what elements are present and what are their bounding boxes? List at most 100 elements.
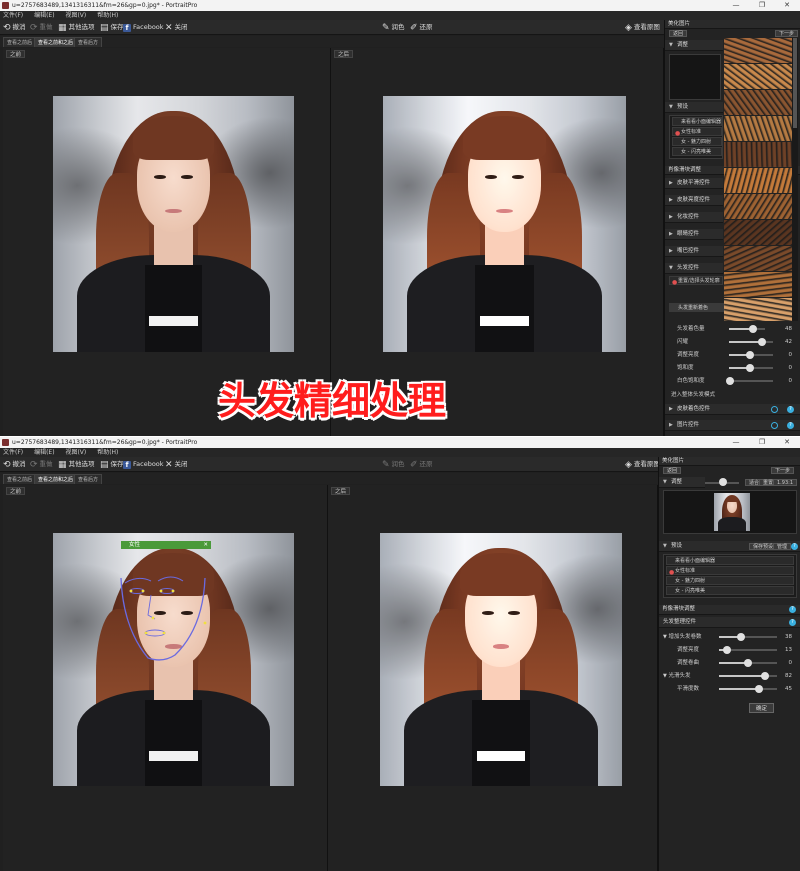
- preset-item[interactable]: ● 女性标准: [672, 127, 722, 137]
- close-window-button[interactable]: ✕: [774, 0, 800, 11]
- hair-color-swatch[interactable]: [724, 272, 792, 298]
- slider-knob[interactable]: [755, 685, 763, 693]
- menu-view[interactable]: 视图(V): [65, 449, 86, 456]
- back-button[interactable]: 返回: [663, 467, 682, 474]
- preset-item[interactable]: 来看看小面编辑器: [672, 117, 722, 126]
- swatch-scrollbar[interactable]: [792, 38, 798, 321]
- tab-after-only[interactable]: 查看后方: [74, 37, 103, 47]
- presets-section[interactable]: ▼ 预设: [665, 102, 723, 113]
- tab-before-after-split[interactable]: 查看之前后: [3, 474, 37, 484]
- section-skin-brightness[interactable]: ▶ 皮肤亮度控件: [665, 195, 723, 206]
- save-button[interactable]: ▤ 保存: [100, 20, 124, 35]
- before-photo[interactable]: 女性 ✕: [53, 533, 294, 786]
- menu-edit[interactable]: 编辑(E): [34, 12, 54, 19]
- section-hair[interactable]: ▼ 头发控件: [665, 263, 723, 274]
- slider-add-hair-curl[interactable]: ▼ 增加头发卷数 38: [659, 631, 800, 643]
- hair-color-swatch[interactable]: [724, 194, 792, 220]
- slider-curl-adjust[interactable]: 调整卷曲 0: [659, 657, 800, 669]
- slider-curl-brightness[interactable]: 调整亮度 13: [659, 644, 800, 656]
- whole-hair-mode-toggle[interactable]: 进入整体头发模式: [665, 389, 800, 401]
- slider-saturation[interactable]: 饱和度 0: [665, 362, 800, 374]
- facebook-button[interactable]: f Facebook: [123, 20, 164, 35]
- minimize-button[interactable]: —: [723, 437, 749, 448]
- hair-color-swatch[interactable]: [724, 220, 792, 246]
- hair-color-swatch[interactable]: [724, 116, 792, 142]
- other-options-button[interactable]: ▦ 其他选项: [58, 20, 95, 35]
- help-icon[interactable]: ?: [787, 422, 794, 429]
- preset-item[interactable]: 来看看小面编辑器: [666, 556, 794, 565]
- slider-knob[interactable]: [719, 478, 727, 486]
- slider-knob[interactable]: [746, 364, 754, 372]
- redo-button[interactable]: ⟳ 重做: [30, 20, 53, 35]
- slider-hair-color-amount[interactable]: 头发着色量 48: [665, 323, 800, 335]
- slider-white-saturation[interactable]: 白色饱和度 0: [665, 375, 800, 387]
- slider-smooth-hair[interactable]: ▼ 光滑头发 82: [659, 670, 800, 682]
- preset-item[interactable]: 女 - 魅力四射: [672, 137, 722, 146]
- close-button[interactable]: ✕ 关闭: [165, 20, 188, 35]
- tab-before-and-after[interactable]: 查看之前和之后: [34, 474, 78, 484]
- preset-item[interactable]: 女 - 闪亮唯美: [672, 147, 722, 156]
- section-skin-smooth[interactable]: ▶ 皮肤平滑控件: [665, 178, 723, 189]
- other-options-button[interactable]: ▦ 其他选项: [58, 457, 95, 472]
- save-button[interactable]: ▤ 保存: [100, 457, 124, 472]
- slider-knob[interactable]: [761, 672, 769, 680]
- hair-outline-item[interactable]: ● 重置/选择头发轮廓: [669, 276, 723, 286]
- slider-knob[interactable]: [746, 351, 754, 359]
- power-icon[interactable]: [771, 422, 778, 429]
- done-button[interactable]: 确定: [749, 703, 775, 713]
- tab-before-and-after[interactable]: 查看之前和之后: [34, 37, 78, 47]
- menu-help[interactable]: 帮助(H): [97, 449, 118, 456]
- menu-file[interactable]: 文件(F): [3, 12, 23, 19]
- section-mouth[interactable]: ▶ 嘴巴控件: [665, 246, 723, 257]
- hair-color-swatch[interactable]: [724, 64, 792, 90]
- hair-color-swatch[interactable]: [724, 246, 792, 272]
- back-button[interactable]: 返回: [669, 30, 688, 37]
- close-window-button[interactable]: ✕: [774, 437, 800, 448]
- maximize-button[interactable]: ❐: [749, 0, 775, 11]
- pick-color-button[interactable]: ✎ 润色: [382, 457, 405, 472]
- help-icon[interactable]: ?: [791, 543, 798, 550]
- hair-color-swatch[interactable]: [724, 90, 792, 116]
- zoom-slider[interactable]: [703, 477, 743, 488]
- slider-knob[interactable]: [726, 377, 734, 385]
- close-button[interactable]: ✕ 关闭: [165, 457, 188, 472]
- preset-item[interactable]: 女 - 魅力四射: [666, 576, 794, 585]
- facebook-button[interactable]: f Facebook: [123, 457, 164, 472]
- hair-color-swatch[interactable]: [724, 142, 792, 168]
- slider-smoothness[interactable]: 平滑度数 45: [659, 683, 800, 695]
- face-landmark-overlay[interactable]: [53, 533, 294, 786]
- before-photo[interactable]: [53, 96, 294, 352]
- menu-file[interactable]: 文件(F): [3, 449, 23, 456]
- view-original-button[interactable]: ◈ 查看原图: [625, 20, 660, 35]
- face-gender-tag[interactable]: 女性 ✕: [121, 541, 211, 549]
- slider-shine[interactable]: 闪耀 42: [665, 336, 800, 348]
- tab-after-only[interactable]: 查看后方: [74, 474, 103, 484]
- section-skin-tone[interactable]: ▶ 皮肤着色控件?: [665, 404, 800, 415]
- slider-knob[interactable]: [723, 646, 731, 654]
- view-original-button[interactable]: ◈ 查看原图: [625, 457, 660, 472]
- redo-button[interactable]: ⟳ 重做: [30, 457, 53, 472]
- menu-view[interactable]: 视图(V): [65, 12, 86, 19]
- undo-button[interactable]: ⟲ 撤消: [3, 457, 26, 472]
- thumbnail-box[interactable]: [669, 54, 721, 100]
- section-makeup[interactable]: ▶ 化妆控件: [665, 212, 723, 223]
- maximize-button[interactable]: ❐: [749, 437, 775, 448]
- close-icon[interactable]: ✕: [203, 541, 208, 549]
- thumbnail-photo[interactable]: [714, 493, 750, 531]
- browse-section[interactable]: ▼ 调整: [665, 40, 723, 51]
- menu-help[interactable]: 帮助(H): [97, 12, 118, 19]
- hair-color-swatch[interactable]: [724, 168, 792, 194]
- hair-color-swatch[interactable]: [724, 298, 792, 321]
- section-picture[interactable]: ▶ 图片控件?: [665, 420, 800, 431]
- help-icon[interactable]: ?: [789, 606, 796, 613]
- manage-presets-button[interactable]: 管理: [773, 543, 792, 550]
- pick-color-button[interactable]: ✎ 润色: [382, 20, 405, 35]
- undo-button[interactable]: ⟲ 撤消: [3, 20, 26, 35]
- browse-section[interactable]: ▼ 调整: [659, 477, 705, 488]
- hair-recolor-item[interactable]: 头发重新着色: [669, 303, 725, 312]
- thumbnail-box[interactable]: [663, 490, 797, 534]
- scrollbar-thumb[interactable]: [793, 38, 797, 128]
- slider-knob[interactable]: [758, 338, 766, 346]
- restore-button[interactable]: ✐ 还原: [410, 457, 433, 472]
- slider-knob[interactable]: [744, 659, 752, 667]
